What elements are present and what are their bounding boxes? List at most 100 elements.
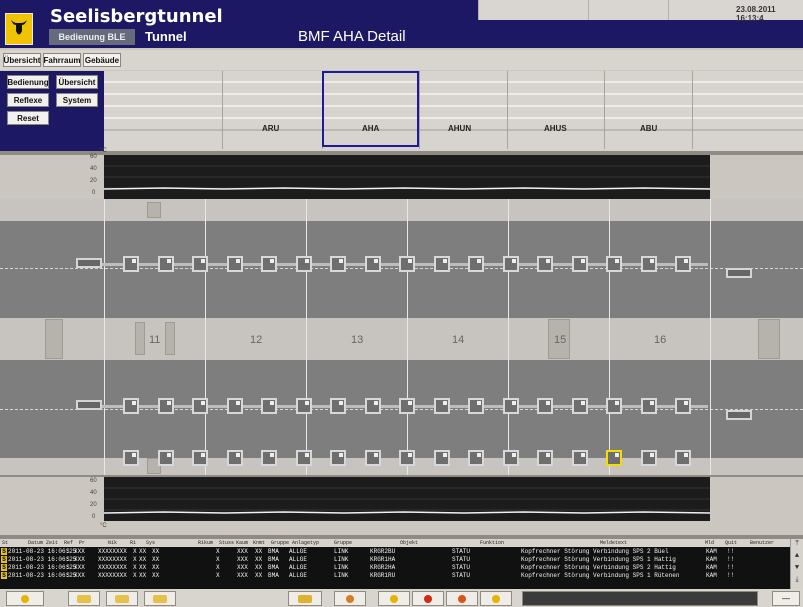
- uebersicht-button[interactable]: Übersicht: [56, 75, 98, 89]
- fire-detector[interactable]: [123, 398, 139, 414]
- column-header[interactable]: Gruppe: [334, 540, 352, 546]
- column-header[interactable]: Knmt: [253, 540, 265, 546]
- fire-detector[interactable]: [640, 450, 657, 466]
- column-header[interactable]: Nik: [108, 540, 117, 546]
- gallery-door[interactable]: [45, 319, 63, 359]
- fire-detector[interactable]: [502, 256, 519, 272]
- fire-detector[interactable]: [364, 450, 381, 466]
- fire-detector[interactable]: [226, 256, 243, 272]
- fire-detector[interactable]: [571, 398, 588, 414]
- column-header[interactable]: Pr: [79, 540, 85, 546]
- cable-end-east[interactable]: [726, 410, 752, 420]
- alarm-scrollbar[interactable]: ⤒ ▲ ▼ ⤓: [790, 539, 803, 589]
- fire-detector[interactable]: [502, 398, 519, 414]
- fire-detector[interactable]: [571, 450, 588, 466]
- fire-detector[interactable]: [468, 256, 484, 272]
- fire-detector[interactable]: [606, 450, 622, 466]
- fire-detector[interactable]: [606, 256, 622, 272]
- acknowledge-button[interactable]: [6, 591, 44, 606]
- bedienung-button[interactable]: Bedienung: [7, 75, 49, 89]
- fire-detector[interactable]: [433, 256, 450, 272]
- niche-box[interactable]: [147, 202, 161, 218]
- fire-detector[interactable]: [537, 450, 553, 466]
- fire-detector[interactable]: [295, 398, 312, 414]
- fire-detector[interactable]: [261, 398, 277, 414]
- column-header[interactable]: Anlagetyp: [292, 540, 319, 546]
- column-header[interactable]: Mld: [705, 540, 714, 546]
- tool-button[interactable]: [68, 591, 100, 606]
- fire-detector[interactable]: [330, 398, 346, 414]
- column-header[interactable]: Ri: [130, 540, 136, 546]
- fire-detector[interactable]: [399, 398, 415, 414]
- fire-detector[interactable]: [675, 398, 691, 414]
- fire-detector[interactable]: [123, 450, 139, 466]
- gallery-door[interactable]: [758, 319, 780, 359]
- tab-uebersicht[interactable]: Übersicht: [3, 53, 41, 67]
- column-header[interactable]: Ref: [64, 540, 73, 546]
- fire-detector[interactable]: [226, 450, 243, 466]
- column-header[interactable]: Kaum: [236, 540, 248, 546]
- tool-button[interactable]: [446, 591, 478, 606]
- column-header[interactable]: Rikum: [198, 540, 213, 546]
- system-button[interactable]: System: [56, 93, 98, 107]
- section-label-aru[interactable]: ARU: [262, 124, 279, 133]
- tool-button[interactable]: [288, 591, 322, 606]
- fire-detector[interactable]: [571, 256, 588, 272]
- tool-button[interactable]: [378, 591, 410, 606]
- fire-detector[interactable]: [606, 398, 622, 414]
- tool-button[interactable]: [412, 591, 444, 606]
- fire-detector[interactable]: [399, 450, 415, 466]
- cable-end-east[interactable]: [726, 268, 752, 278]
- fire-detector[interactable]: [502, 450, 519, 466]
- mode-button[interactable]: Bedienung BLE: [49, 29, 135, 45]
- fire-detector[interactable]: [433, 398, 450, 414]
- fire-detector[interactable]: [537, 256, 553, 272]
- reset-button[interactable]: Reset: [7, 111, 49, 125]
- fire-detector[interactable]: [640, 256, 657, 272]
- fire-detector[interactable]: [192, 450, 208, 466]
- column-header[interactable]: Gruppe: [271, 540, 289, 546]
- alarm-row[interactable]: S 2011-08-23 16:06:25 S XXX XXXXXXXX X XX XX X XX…: [0, 572, 790, 579]
- section-label-ahun[interactable]: AHUN: [448, 124, 471, 133]
- tab-gebaeude[interactable]: Gebäude: [83, 53, 121, 67]
- alarm-row[interactable]: S 2011-08-23 16:06:25 S XXX XXXXXXXX X XX XX X XX…: [0, 556, 790, 563]
- alarm-row[interactable]: S 2011-08-23 16:06:25 S XXX XXXXXXXX X XX XX X XX…: [0, 548, 790, 555]
- column-header[interactable]: Benutzer: [750, 540, 774, 546]
- column-header[interactable]: Meldetext: [600, 540, 627, 546]
- fire-detector[interactable]: [123, 256, 139, 272]
- alarm-list[interactable]: St Datum Zeit Ref Pr Nik Ri Sys Rikum St…: [0, 539, 803, 589]
- tool-button[interactable]: [480, 591, 512, 606]
- tool-button[interactable]: [334, 591, 366, 606]
- tool-button[interactable]: [106, 591, 138, 606]
- reflexe-button[interactable]: Reflexe: [7, 93, 49, 107]
- column-header[interactable]: Quit: [725, 540, 737, 546]
- column-header[interactable]: St: [2, 540, 8, 546]
- fire-detector[interactable]: [157, 398, 174, 414]
- scroll-down-icon[interactable]: ▼: [793, 564, 801, 572]
- scroll-bottom-icon[interactable]: ⤓: [793, 576, 801, 584]
- fire-detector[interactable]: [468, 398, 484, 414]
- scroll-up-icon[interactable]: ▲: [793, 552, 801, 560]
- fire-detector[interactable]: [675, 256, 691, 272]
- scroll-top-icon[interactable]: ⤒: [793, 540, 801, 548]
- gallery-door[interactable]: [135, 322, 145, 355]
- fire-detector[interactable]: [261, 256, 277, 272]
- fire-detector[interactable]: [433, 450, 450, 466]
- more-button[interactable]: —: [772, 591, 800, 606]
- fire-detector[interactable]: [364, 256, 381, 272]
- tab-fahrraum[interactable]: Fahrraum: [43, 53, 81, 67]
- fire-detector[interactable]: [399, 256, 415, 272]
- fire-detector[interactable]: [157, 450, 174, 466]
- fire-detector[interactable]: [192, 398, 208, 414]
- fire-detector[interactable]: [330, 450, 346, 466]
- fire-detector[interactable]: [157, 256, 174, 272]
- fire-detector[interactable]: [295, 450, 312, 466]
- section-label-abu[interactable]: ABU: [640, 124, 657, 133]
- fire-detector[interactable]: [640, 398, 657, 414]
- tunnel-overview[interactable]: ARU AHA AHUN AHUS ABU: [104, 71, 803, 151]
- fire-detector[interactable]: [537, 398, 553, 414]
- gallery-door[interactable]: [165, 322, 175, 355]
- column-header[interactable]: Funktion: [480, 540, 504, 546]
- fire-detector[interactable]: [261, 450, 277, 466]
- fire-detector[interactable]: [364, 398, 381, 414]
